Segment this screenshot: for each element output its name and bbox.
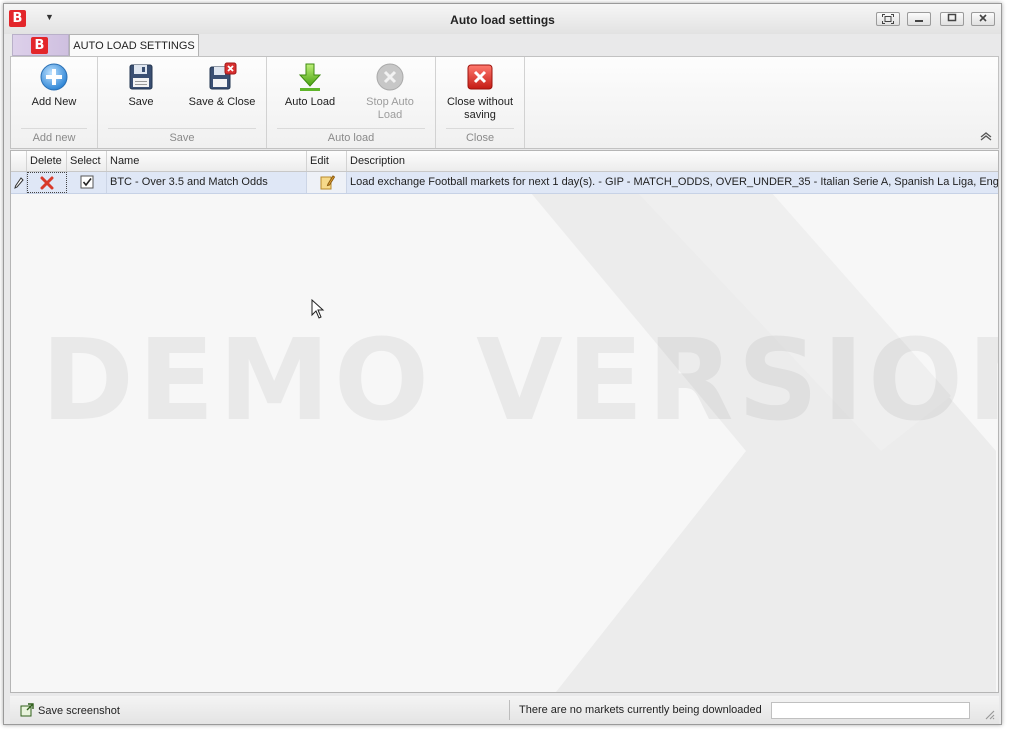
status-bar: Save screenshot There are no markets cur…: [10, 696, 999, 724]
column-header-name[interactable]: Name: [107, 151, 307, 171]
save-and-close-button[interactable]: Save & Close: [184, 61, 260, 109]
column-header-delete[interactable]: Delete: [27, 151, 67, 171]
close-without-saving-label: Close without saving: [446, 96, 514, 121]
ribbon: Add New Add new Save Save & Close Save A…: [10, 56, 999, 149]
download-arrow-icon: [298, 63, 322, 91]
auto-load-label: Auto Load: [284, 96, 336, 108]
row-description: Load exchange Football markets for next …: [350, 176, 998, 188]
checkbox-checked-icon: [80, 175, 93, 189]
close-icon: [979, 14, 987, 22]
download-status-text: There are no markets currently being dow…: [519, 704, 762, 716]
fullscreen-icon: [882, 14, 894, 24]
red-x-icon: [467, 64, 493, 90]
auto-load-grid: DEMO VERSION Delete Select Name Edit Des…: [10, 150, 999, 693]
ribbon-group-close: Close without saving Close: [436, 57, 525, 148]
row-name: BTC - Over 3.5 and Match Odds: [107, 172, 307, 193]
tab-auto-load-settings[interactable]: AUTO LOAD SETTINGS: [69, 34, 199, 57]
add-new-label: Add New: [31, 96, 77, 108]
save-and-close-label: Save & Close: [188, 96, 256, 108]
delete-row-button[interactable]: [27, 172, 67, 193]
ribbon-group-caption: Add new: [11, 128, 97, 146]
delete-x-icon: [40, 176, 54, 190]
table-row[interactable]: BTC - Over 3.5 and Match Odds Load excha…: [11, 172, 998, 194]
stop-auto-load-button[interactable]: Stop Auto Load: [355, 61, 425, 122]
ribbon-group-add-new: Add New Add new: [11, 57, 98, 148]
add-circle-icon: [40, 63, 68, 91]
maximize-icon: [947, 13, 957, 22]
app-menu-tab[interactable]: B: [12, 34, 69, 56]
column-header-description[interactable]: Description: [347, 151, 998, 171]
ribbon-group-caption: Save: [98, 128, 266, 146]
save-screenshot-label: Save screenshot: [38, 705, 120, 717]
row-edit-indicator: [11, 172, 27, 193]
select-checkbox[interactable]: [67, 172, 107, 193]
ribbon-group-save: Save Save & Close Save: [98, 57, 267, 148]
maximize-button[interactable]: [940, 12, 964, 26]
save-screenshot-button[interactable]: Save screenshot: [20, 703, 120, 717]
status-separator: [509, 700, 510, 720]
minimize-icon: [915, 20, 923, 22]
status-progress-field: [771, 702, 970, 719]
stop-circle-icon: [376, 63, 404, 91]
close-window-button[interactable]: [971, 12, 995, 26]
title-bar[interactable]: B ▼ Auto load settings: [4, 4, 1001, 34]
close-without-saving-button[interactable]: Close without saving: [438, 61, 522, 122]
minimize-button[interactable]: [907, 12, 931, 26]
grid-header: Delete Select Name Edit Description: [11, 151, 998, 172]
ribbon-group-caption: Auto load: [267, 128, 435, 146]
resize-grip-icon[interactable]: [983, 708, 995, 720]
demo-version-watermark: DEMO VERSION: [41, 316, 999, 446]
auto-load-button[interactable]: Auto Load: [275, 61, 345, 109]
floppy-disk-close-icon: [209, 62, 237, 90]
edit-row-button[interactable]: [307, 172, 347, 193]
mouse-cursor-icon: [311, 299, 325, 319]
save-button[interactable]: Save: [106, 61, 176, 109]
column-header-edit[interactable]: Edit: [307, 151, 347, 171]
app-window: B ▼ Auto load settings B AUTO LOAD SETTI…: [3, 3, 1002, 725]
edit-notepad-icon: [320, 175, 335, 190]
restore-layout-button[interactable]: [876, 12, 900, 26]
collapse-ribbon-icon[interactable]: [980, 132, 992, 144]
ribbon-group-auto-load: Auto Load Stop Auto Load Auto load: [267, 57, 436, 148]
app-menu-logo-icon: B: [31, 37, 48, 54]
add-new-button[interactable]: Add New: [19, 61, 89, 109]
window-title: Auto load settings: [450, 13, 555, 27]
ribbon-group-caption: Close: [436, 128, 524, 146]
pencil-icon: [13, 177, 24, 189]
floppy-disk-icon: [129, 64, 153, 90]
row-indicator-header: [11, 151, 27, 171]
screenshot-icon: [20, 703, 34, 717]
save-label: Save: [128, 96, 154, 108]
stop-auto-load-label: Stop Auto Load: [366, 96, 414, 121]
column-header-select[interactable]: Select: [67, 151, 107, 171]
